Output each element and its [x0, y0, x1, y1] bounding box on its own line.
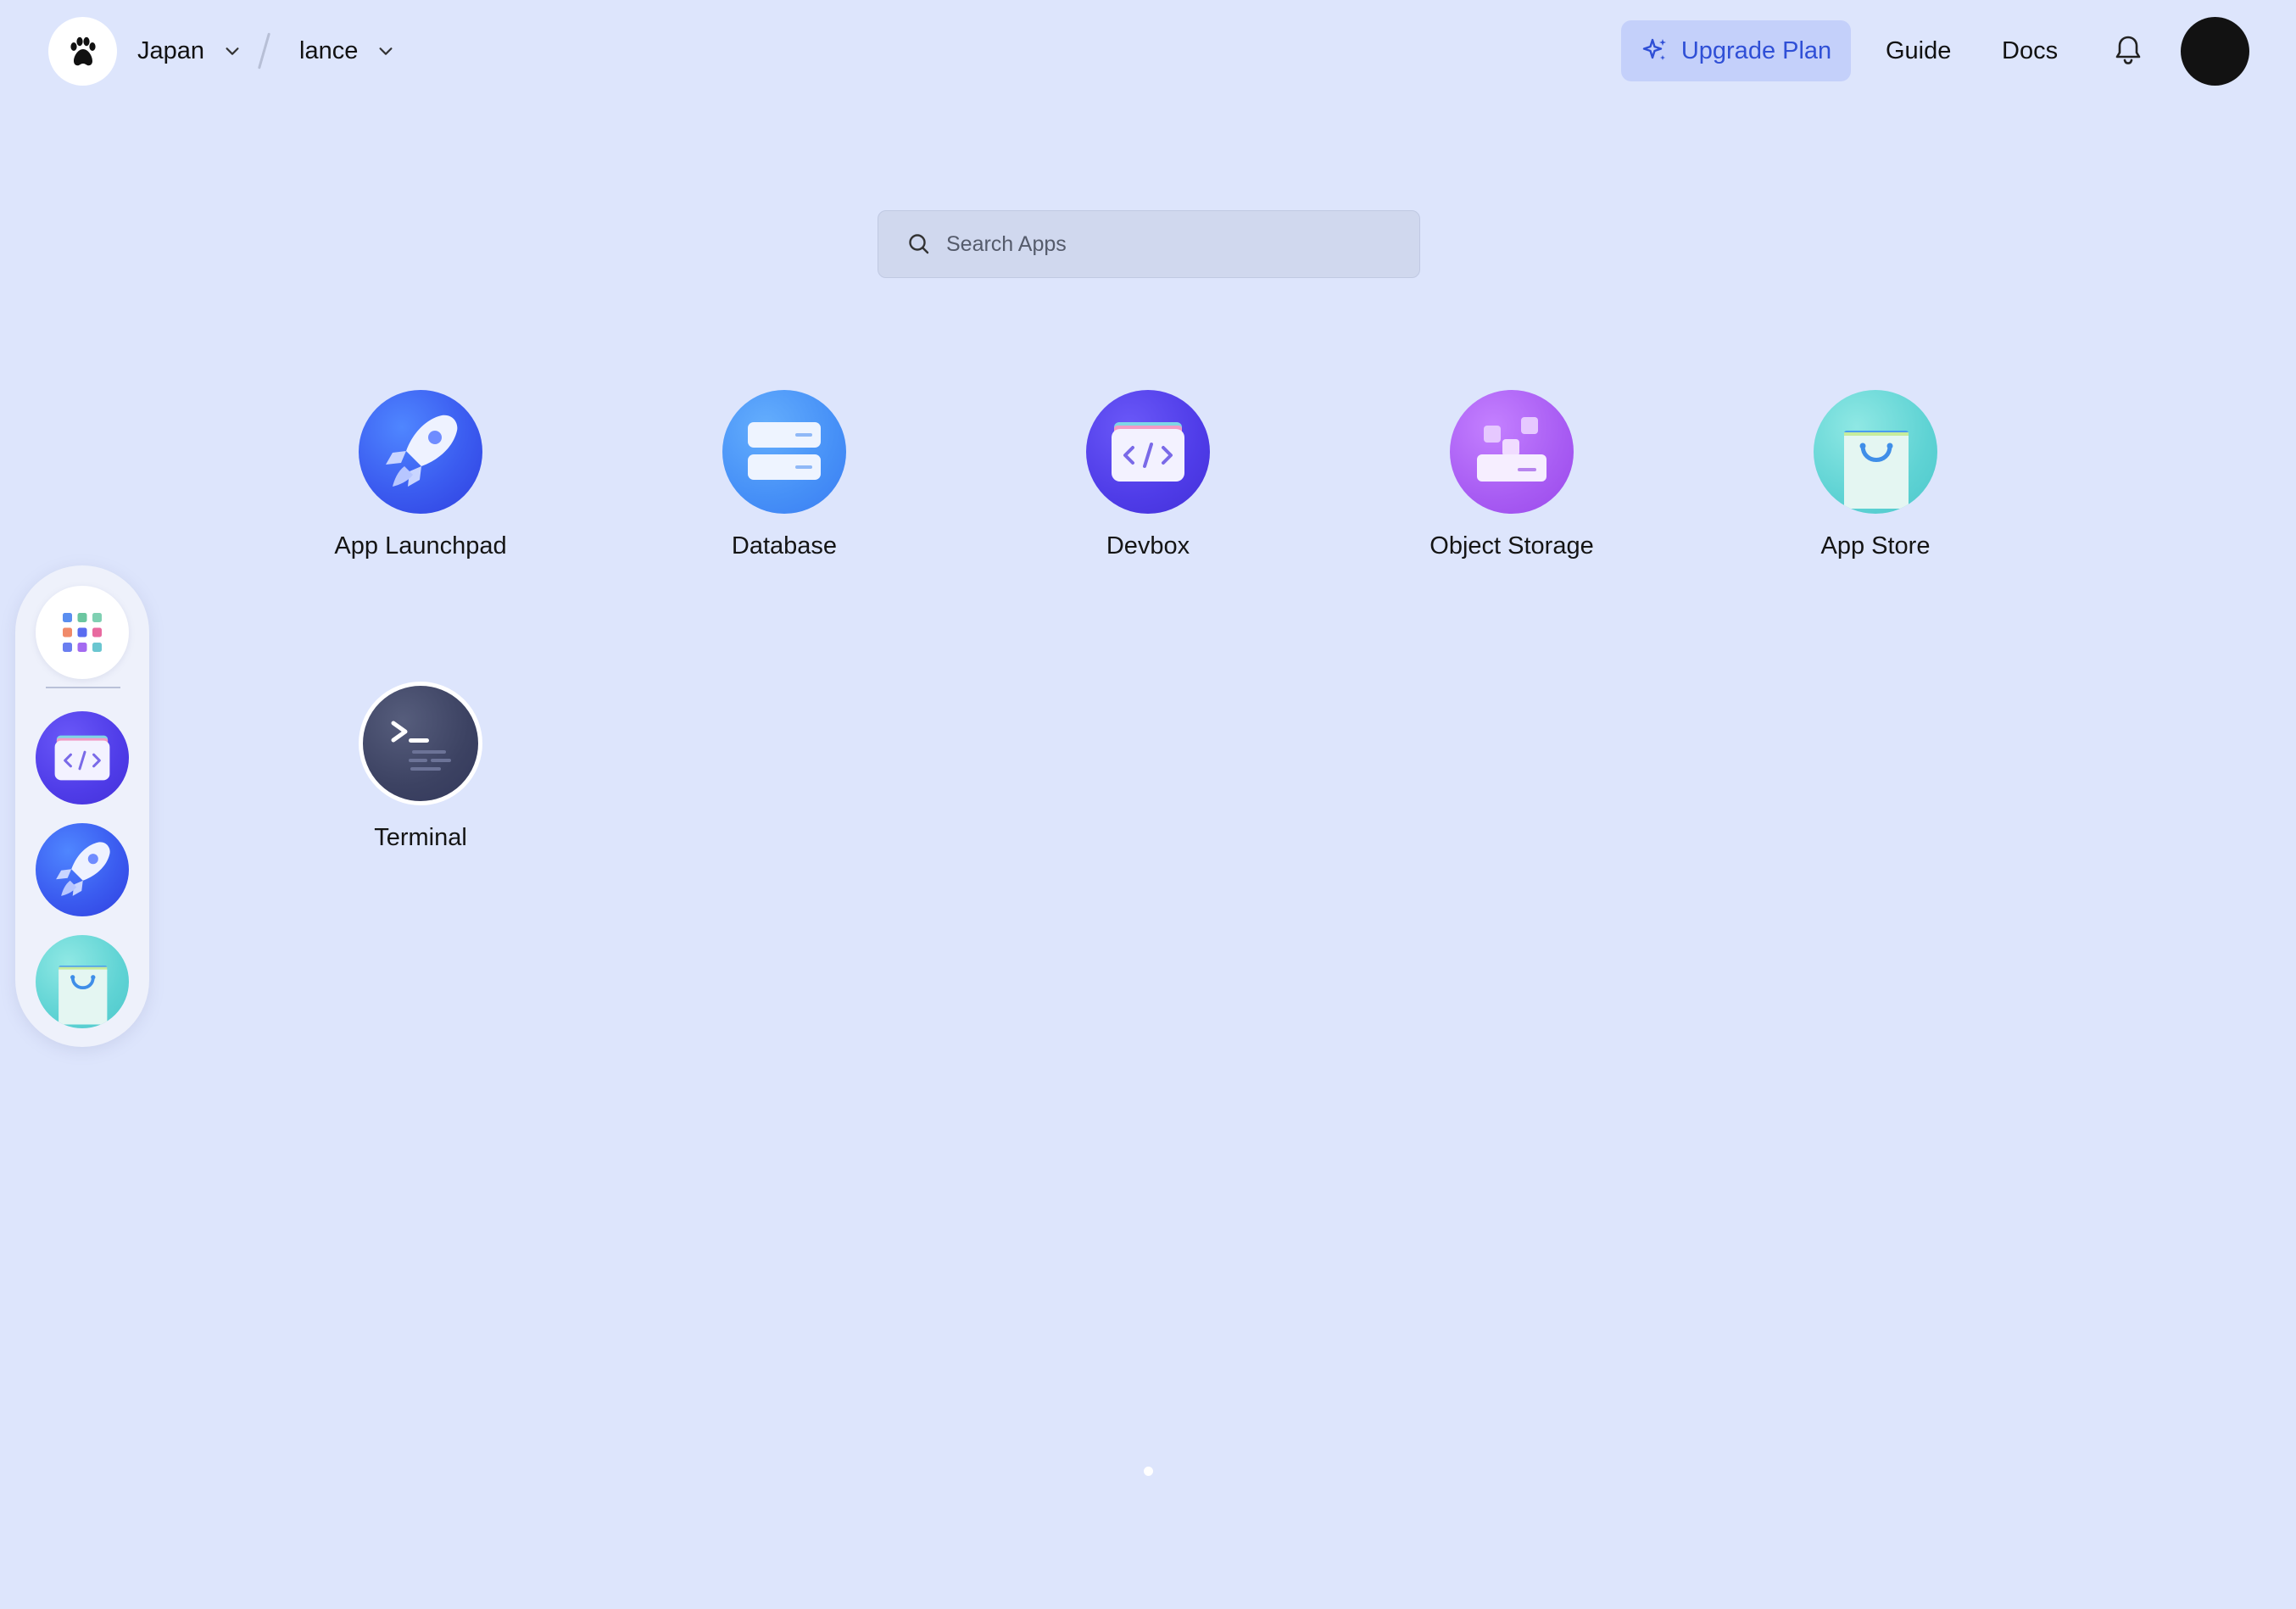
object-storage-icon: [1450, 390, 1574, 514]
docs-link[interactable]: Docs: [2002, 25, 2058, 76]
devbox-tile[interactable]: Devbox: [1012, 390, 1284, 585]
breadcrumb-separator: [257, 32, 271, 70]
rocket-icon: [359, 390, 482, 514]
paw-logo-icon: [70, 36, 96, 65]
app-store-tile[interactable]: App Store: [1740, 390, 2011, 585]
search-bar[interactable]: [878, 210, 1420, 278]
dock-all-apps[interactable]: [36, 586, 129, 679]
dock-devbox[interactable]: [36, 711, 129, 804]
brand-logo[interactable]: [48, 17, 117, 86]
workspace-label: lance: [299, 36, 359, 64]
dock-divider: [46, 687, 120, 688]
desktop: Japan lance Upgrade Plan Guide Docs Sear…: [0, 0, 2296, 1609]
dock-app-store[interactable]: [36, 935, 129, 1028]
app-grid-icon: [63, 613, 102, 652]
terminal-tile[interactable]: Terminal: [285, 682, 556, 877]
rocket-icon: [56, 842, 110, 896]
guide-link[interactable]: Guide: [1886, 25, 1951, 76]
shopping-bag-icon: [1814, 390, 1937, 514]
app-label: Object Storage: [1429, 532, 1594, 560]
search-input[interactable]: [946, 231, 1387, 257]
terminal-icon: [359, 682, 482, 805]
chevron-down-icon: [226, 47, 239, 55]
upgrade-plan-label: Upgrade Plan: [1680, 36, 1832, 64]
object-storage-tile[interactable]: Object Storage: [1376, 390, 1647, 585]
app-label: Database: [731, 532, 838, 560]
search-icon: [909, 234, 929, 254]
page-indicator-dot[interactable]: [1144, 1467, 1153, 1476]
dock-app-launchpad[interactable]: [36, 823, 129, 916]
dock: [15, 565, 149, 1047]
app-label: App Launchpad: [334, 532, 507, 560]
chevron-down-icon: [379, 47, 393, 55]
notification-bell-icon[interactable]: [2109, 32, 2147, 70]
region-label: Japan: [137, 36, 205, 64]
user-avatar[interactable]: [2181, 17, 2249, 86]
app-label: App Store: [1820, 532, 1931, 560]
app-label: Terminal: [374, 824, 467, 851]
database-tile[interactable]: Database: [649, 390, 920, 585]
sparkle-icon: [1642, 38, 1666, 60]
app-label: Devbox: [1106, 532, 1190, 560]
shopping-bag-icon: [59, 966, 108, 1025]
upgrade-plan-button[interactable]: Upgrade Plan: [1621, 20, 1851, 81]
devbox-code-icon: [1086, 390, 1210, 514]
top-bar: Japan lance Upgrade Plan Guide Docs: [0, 0, 2296, 102]
workspace-selector[interactable]: lance: [299, 25, 395, 76]
app-launchpad-tile[interactable]: App Launchpad: [285, 390, 556, 585]
region-selector[interactable]: Japan: [137, 25, 242, 76]
devbox-code-icon: [54, 735, 110, 781]
database-icon: [722, 390, 846, 514]
